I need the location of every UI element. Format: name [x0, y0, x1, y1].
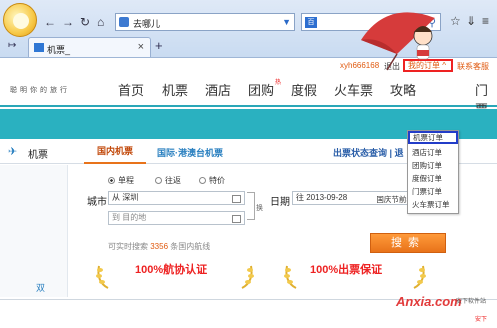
city-picker-icon[interactable]	[232, 215, 241, 223]
watermark-cn: 安下	[475, 317, 488, 323]
guarantee-certified: 100%航协认证	[135, 264, 208, 276]
section-title: 机票	[28, 150, 48, 161]
realtime-suffix: 条国内航线	[168, 242, 211, 251]
menu-item-train-orders[interactable]: 火车票订单	[412, 199, 450, 210]
trip-roundtrip-label: 往返	[165, 176, 181, 185]
menu-item-flight-orders[interactable]: 机票订单	[408, 131, 458, 144]
address-text: 去哪儿	[133, 19, 161, 29]
tab-title: 机票_	[47, 45, 71, 55]
page-content: xyh666168 退出 我的订单 ^ 联系客服 聪明你的旅行 首页 机票 酒店…	[0, 58, 497, 328]
swap-bracket	[247, 192, 255, 220]
trip-roundtrip-radio[interactable]: 往返	[155, 175, 181, 186]
tab-favicon-icon	[34, 43, 44, 52]
menu-item-hotel-orders[interactable]: 酒店订单	[412, 147, 442, 158]
date-label: 日期	[270, 197, 290, 208]
search-engine-icon[interactable]: 百	[305, 17, 317, 28]
nav-home[interactable]: 首页	[118, 80, 144, 99]
star-icon[interactable]: ☆	[450, 14, 461, 28]
nav-groupbuy[interactable]: 团购	[248, 80, 274, 99]
tab-international-flights[interactable]: 国际·港澳台机票	[157, 146, 223, 159]
from-city-input[interactable]: 从 深圳	[108, 191, 245, 205]
home-icon[interactable]: ⌂	[97, 16, 104, 28]
city-label: 城市	[87, 197, 107, 208]
address-bar[interactable]: 去哪儿 ▼	[115, 13, 295, 31]
browser-logo-icon	[3, 3, 37, 37]
orders-dropdown-menu: 机票订单 酒店订单 团购订单 度假订单 门票订单 火车票订单	[407, 130, 459, 214]
umbrella-mascot-icon	[361, 12, 435, 71]
browser-tab[interactable]: 机票_ ×	[28, 37, 151, 57]
menu-item-groupbuy-orders[interactable]: 团购订单	[412, 160, 442, 171]
trip-oneway-radio[interactable]: 单程	[108, 175, 134, 186]
sidebar-toggle-icon[interactable]: ↦	[8, 40, 16, 51]
download-icon[interactable]: ⇓	[466, 14, 476, 28]
main-nav: 聪明你的旅行 首页 机票 酒店 团购 热 度假 火车票 攻略 门票	[0, 72, 497, 117]
refresh-icon[interactable]: ↻	[80, 16, 90, 28]
nav-trains[interactable]: 火车票	[334, 80, 373, 99]
swap-cities-button[interactable]: 换	[256, 203, 263, 213]
menu-item-ticket-orders[interactable]: 门票订单	[412, 186, 442, 197]
nav-guides[interactable]: 攻略	[390, 80, 416, 99]
from-city-value: 从 深圳	[112, 193, 139, 202]
date-value: 往 2013-09-28	[296, 193, 348, 202]
guarantee-ticketing: 100%出票保证	[310, 264, 383, 276]
tab-close-icon[interactable]: ×	[138, 41, 144, 53]
watermark-logo: Anxia.com	[396, 294, 462, 309]
trip-oneway-label: 单程	[118, 176, 134, 185]
menu-item-vacation-orders[interactable]: 度假订单	[412, 173, 442, 184]
laurel-icon	[284, 265, 297, 289]
laurel-icon	[413, 265, 426, 289]
realtime-routes-text: 可实时搜索 3356 条国内航线	[108, 241, 210, 252]
search-button[interactable]: 搜索	[370, 233, 446, 253]
plane-icon: ✈	[8, 146, 18, 158]
guarantee-row: 100%航协认证 100%出票保证	[0, 254, 497, 298]
trip-special-label: 特价	[209, 176, 225, 185]
city-picker-icon[interactable]	[232, 195, 241, 203]
new-tab-icon[interactable]: +	[155, 38, 163, 53]
contact-link[interactable]: 联系客服	[457, 61, 489, 72]
slogan: 聪明你的旅行	[10, 87, 70, 94]
menu-icon[interactable]: ≡	[482, 14, 489, 28]
laurel-icon	[96, 265, 109, 289]
tab-domestic-flights[interactable]: 国内机票	[84, 140, 146, 164]
nav-hotels[interactable]: 酒店	[205, 80, 231, 99]
realtime-count: 3356	[150, 242, 169, 251]
watermark-subtitle: 安下软件站	[456, 299, 487, 305]
to-city-placeholder: 到 目的地	[112, 213, 147, 222]
hot-badge: 热	[275, 80, 282, 86]
nav-vacation[interactable]: 度假	[291, 80, 317, 99]
laurel-icon	[241, 265, 254, 289]
site-favicon-icon	[119, 17, 129, 27]
to-city-input[interactable]: 到 目的地	[108, 211, 245, 225]
back-icon[interactable]: ←	[44, 16, 56, 28]
nav-flights[interactable]: 机票	[162, 80, 188, 99]
ticket-status-link[interactable]: 出票状态查询 | 退	[333, 146, 404, 159]
trip-special-radio[interactable]: 特价	[199, 175, 225, 186]
realtime-prefix: 可实时搜索	[108, 242, 151, 251]
address-go-icon[interactable]: ▼	[282, 17, 291, 27]
forward-icon[interactable]: →	[62, 16, 74, 28]
